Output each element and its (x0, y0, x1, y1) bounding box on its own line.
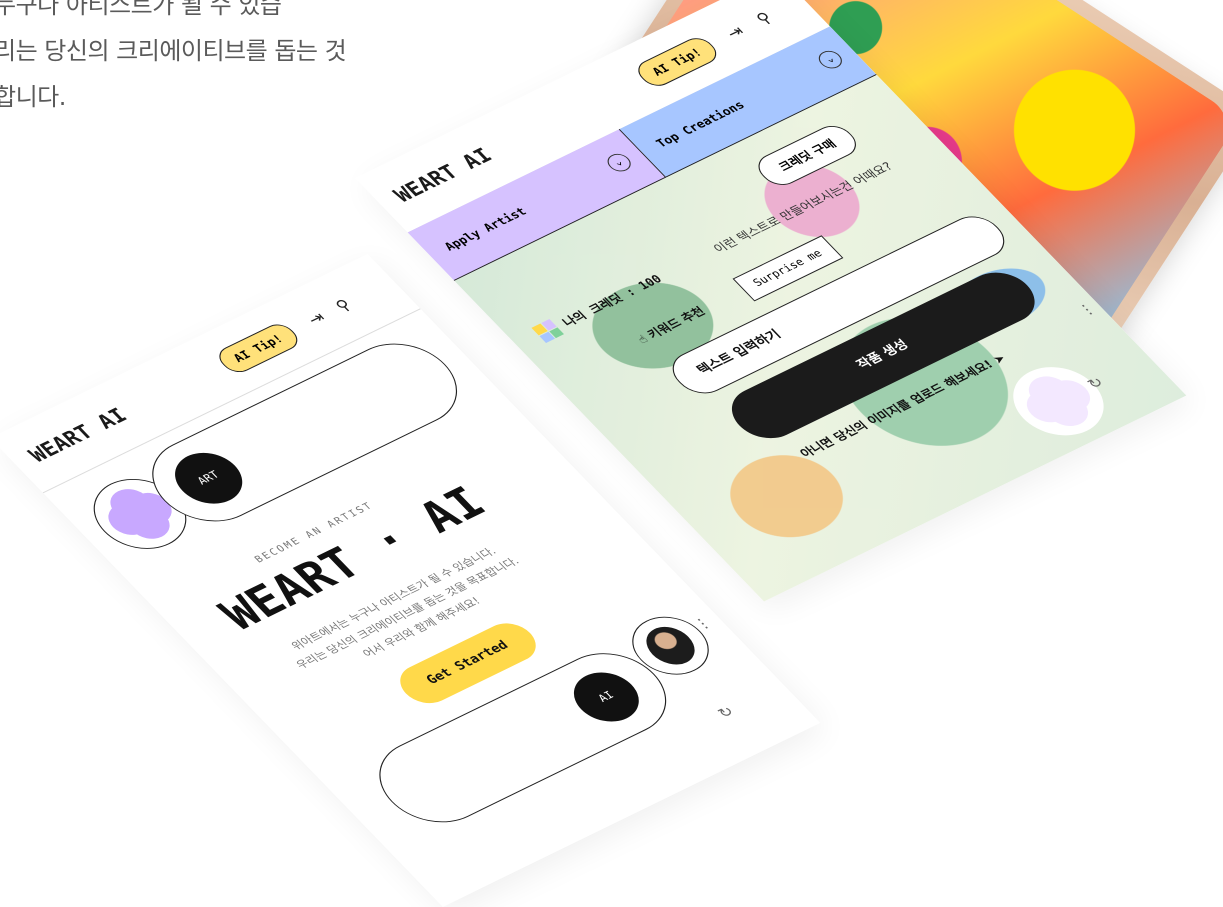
tab-apply-label: Apply Artist (441, 204, 530, 254)
intro-line-1: 누구나 아티스트가 될 수 있습 (0, 0, 282, 19)
app-logo: WEART AI (23, 403, 133, 467)
ai-tip-button[interactable]: AI Tip! (631, 33, 723, 91)
refresh-icon[interactable]: ↻ (714, 703, 738, 722)
art-badge: ART (161, 443, 256, 513)
intro-copy: 누구나 아티스트가 될 수 있습 리는 당신의 크리에이티브를 돕는 것 합니다… (0, 0, 454, 120)
ai-tip-button[interactable]: AI Tip! (212, 320, 304, 377)
intro-line-3: 합니다. (0, 83, 66, 111)
chevron-down-icon: ⌄ (602, 150, 635, 175)
ai-badge: AI (560, 663, 652, 731)
chevron-down-icon: ⌄ (814, 47, 847, 72)
intro-line-2: 리는 당신의 크리에이티브를 돕는 것 (0, 37, 347, 65)
tab-top-label: Top Creations (652, 98, 748, 151)
add-user-icon[interactable]: ⚲ (745, 4, 784, 33)
login-icon[interactable]: ⇥ (716, 18, 755, 47)
